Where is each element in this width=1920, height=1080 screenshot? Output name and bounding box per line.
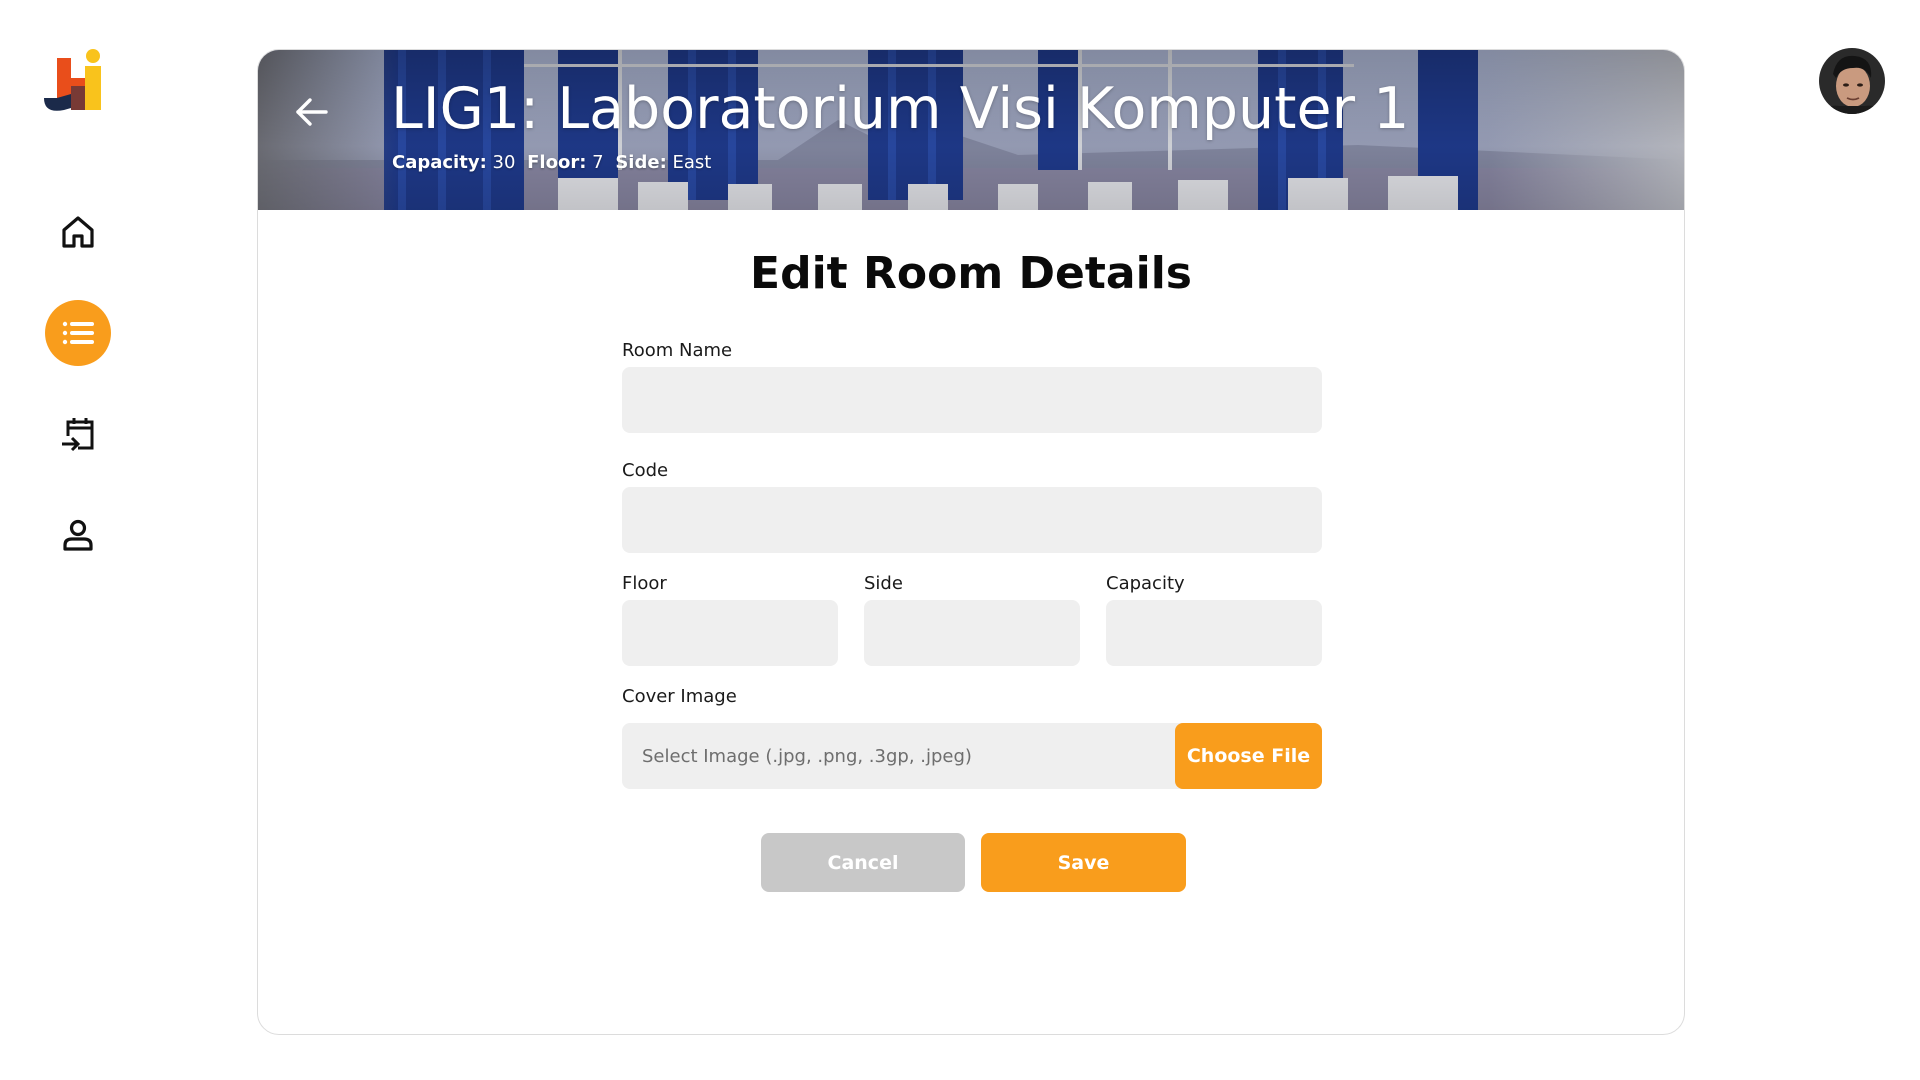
- room-name-input[interactable]: [622, 367, 1322, 433]
- home-icon: [62, 216, 94, 248]
- user-icon: [63, 519, 93, 551]
- code-label: Code: [622, 460, 669, 481]
- room-title: LIG1: Laboratorium Visi Komputer 1: [391, 76, 1410, 142]
- floor-label: Floor: [622, 573, 667, 594]
- room-cover-banner: LIG1: Laboratorium Visi Komputer 1 Capac…: [258, 50, 1684, 210]
- sidebar-item-profile[interactable]: [45, 502, 111, 568]
- floor-input[interactable]: [622, 600, 838, 666]
- room-name-label: Room Name: [622, 340, 733, 361]
- capacity-label: Capacity:: [392, 152, 487, 173]
- room-card: LIG1: Laboratorium Visi Komputer 1 Capac…: [257, 49, 1685, 1035]
- capacity-label: Capacity: [1106, 573, 1185, 594]
- choose-file-button[interactable]: Choose File: [1175, 723, 1322, 789]
- sidebar-item-schedule[interactable]: [45, 401, 111, 467]
- calendar-enter-icon: [62, 418, 94, 452]
- sidebar-item-list[interactable]: [45, 300, 111, 366]
- arrow-left-icon: [296, 98, 328, 126]
- sidebar-item-home[interactable]: [45, 199, 111, 265]
- floor-label: Floor:: [527, 152, 587, 173]
- cover-image-label: Cover Image: [622, 686, 737, 707]
- code-input[interactable]: [622, 487, 1322, 553]
- side-label: Side: [864, 573, 903, 594]
- cover-image-path-input[interactable]: [622, 723, 1182, 789]
- avatar[interactable]: [1819, 48, 1885, 114]
- floor-value: 7: [592, 152, 604, 173]
- capacity-value: 30: [492, 152, 516, 173]
- side-value: East: [672, 152, 712, 173]
- back-button[interactable]: [288, 88, 336, 136]
- save-button[interactable]: Save: [981, 833, 1186, 892]
- capacity-input[interactable]: [1106, 600, 1322, 666]
- side-label: Side:: [615, 152, 667, 173]
- list-icon: [62, 321, 94, 345]
- cancel-button[interactable]: Cancel: [761, 833, 965, 892]
- side-input[interactable]: [864, 600, 1080, 666]
- app-logo[interactable]: [44, 48, 112, 114]
- form-title: Edit Room Details: [750, 248, 1192, 299]
- room-meta: Capacity: 30 Floor: 7 Side: East: [392, 152, 717, 173]
